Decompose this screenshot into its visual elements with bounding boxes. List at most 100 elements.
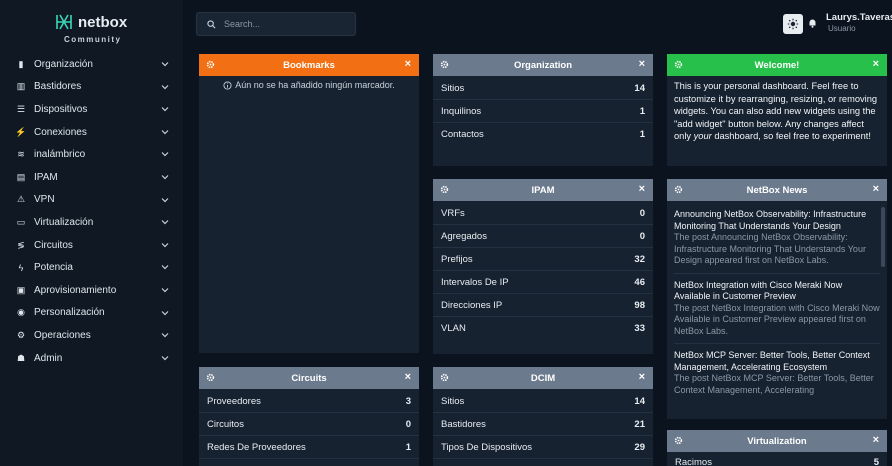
- bell-icon[interactable]: [808, 18, 817, 28]
- row-label: Contactos: [441, 129, 484, 140]
- brand-edition: Community: [64, 35, 122, 44]
- sidebar-item-potencia[interactable]: ϟ Potencia: [0, 256, 183, 279]
- power-icon: ϟ: [18, 262, 24, 273]
- widget-title: DCIM: [530, 372, 556, 384]
- row-count: 14: [634, 82, 645, 94]
- sidebar-item-virtualizacion[interactable]: ▭ Virtualización: [0, 211, 183, 234]
- widget-header[interactable]: DCIM ×: [433, 367, 653, 389]
- table-row[interactable]: Agregados 0: [433, 225, 653, 248]
- close-icon[interactable]: ×: [639, 58, 645, 70]
- table-row[interactable]: Tipos De Dispositivos 29: [433, 436, 653, 459]
- sidebar-item-aprovisionamiento[interactable]: ▣ Aprovisionamiento: [0, 279, 183, 302]
- row-label: Intervalos De IP: [441, 276, 509, 288]
- gear-icon[interactable]: [674, 436, 683, 445]
- table-row[interactable]: Intervalos De IP 46: [433, 271, 653, 294]
- table-row[interactable]: Sitios 14: [433, 77, 653, 100]
- row-label: Proveedores: [207, 395, 261, 407]
- table-row[interactable]: Prefijos 32: [433, 248, 653, 271]
- widget-header[interactable]: Organization ×: [433, 54, 653, 76]
- sidebar-item-dispositivos[interactable]: ☰ Dispositivos: [0, 98, 183, 121]
- scrollbar[interactable]: [881, 207, 885, 267]
- user-name[interactable]: Laurys.Taveras: [826, 12, 892, 23]
- gear-icon[interactable]: [674, 60, 683, 69]
- empty-message: Aún no se ha añadido ningún marcador.: [199, 76, 419, 90]
- theme-toggle-button[interactable]: [783, 14, 803, 34]
- news-title-link[interactable]: NetBox Integration with Cisco Meraki Now…: [674, 280, 880, 303]
- close-icon[interactable]: ×: [639, 371, 645, 383]
- widget-header[interactable]: Circuits ×: [199, 367, 419, 389]
- news-item: NetBox Integration with Cisco Meraki Now…: [674, 274, 880, 344]
- row-count: 0: [639, 230, 645, 242]
- table-row[interactable]: Redes De Proveedores 1: [199, 436, 419, 459]
- news-title-link[interactable]: Announcing NetBox Observability: Infrast…: [674, 209, 880, 232]
- brand-name: netbox: [78, 14, 128, 31]
- sidebar-item-label: Organización: [34, 58, 93, 70]
- table-row[interactable]: Circuitos 0: [199, 413, 419, 436]
- table-row[interactable]: Inquilinos 1: [433, 100, 653, 123]
- gear-icon[interactable]: [674, 185, 683, 194]
- user-role: Usuario: [828, 24, 856, 33]
- gear-icon[interactable]: [440, 373, 449, 382]
- netbox-logo[interactable]: netbox Community: [50, 12, 150, 46]
- close-icon[interactable]: ×: [405, 58, 411, 70]
- close-icon[interactable]: ×: [639, 183, 645, 195]
- sidebar-item-ipam[interactable]: ▤ IPAM: [0, 166, 183, 189]
- netbox-news-widget: NetBox News × Announcing NetBox Observab…: [667, 179, 887, 419]
- vpn-icon: ⚠: [16, 194, 26, 205]
- sidebar-item-label: IPAM: [34, 171, 58, 183]
- sidebar-item-operaciones[interactable]: ⚙ Operaciones: [0, 324, 183, 347]
- sidebar-item-personalizacion[interactable]: ◉ Personalización: [0, 302, 183, 325]
- news-title-link[interactable]: NetBox MCP Server: Better Tools, Better …: [674, 350, 880, 373]
- sidebar-item-organizacion[interactable]: ▮ Organización: [0, 53, 183, 76]
- chevron-down-icon: [161, 152, 169, 157]
- circuits-widget: Circuits × Proveedores 3 Circuitos 0 Redes…: [199, 367, 419, 466]
- row-label: Agregados: [441, 230, 487, 242]
- sidebar-item-label: Operaciones: [34, 329, 91, 341]
- table-row[interactable]: VLAN 33: [433, 317, 653, 340]
- widget-title: Circuits: [291, 372, 327, 384]
- close-icon[interactable]: ×: [873, 58, 879, 70]
- close-icon[interactable]: ×: [873, 434, 879, 446]
- widget-header[interactable]: IPAM ×: [433, 179, 653, 201]
- table-row[interactable]: VRFs 0: [433, 202, 653, 225]
- row-count: 33: [634, 323, 645, 334]
- table-row[interactable]: Sitios 14: [433, 390, 653, 413]
- row-count: 98: [634, 299, 645, 311]
- table-row[interactable]: Contactos 1: [433, 123, 653, 146]
- netbox-logo-icon: [56, 14, 72, 30]
- sidebar-item-vpn[interactable]: ⚠ VPN: [0, 189, 183, 212]
- widget-title: IPAM: [531, 184, 555, 196]
- news-item: Announcing NetBox Observability: Infrast…: [674, 203, 880, 274]
- close-icon[interactable]: ×: [873, 183, 879, 195]
- sidebar-item-circuitos[interactable]: ≶ Circuitos: [0, 234, 183, 257]
- widget-header[interactable]: Bookmarks ×: [199, 54, 419, 76]
- widget-header[interactable]: Welcome! ×: [667, 54, 887, 76]
- sidebar-item-inalambrico[interactable]: ≋ inalámbrico: [0, 143, 183, 166]
- row-label: Redes De Proveedores: [207, 441, 306, 453]
- row-label: Racimos: [675, 457, 712, 466]
- row-count: 5: [873, 457, 879, 466]
- file-icon: ▣: [16, 284, 26, 295]
- sidebar-item-label: VPN: [34, 194, 55, 206]
- gear-icon[interactable]: [440, 185, 449, 194]
- widget-header[interactable]: NetBox News ×: [667, 179, 887, 201]
- table-row[interactable]: Racimos 5: [667, 453, 887, 466]
- row-count: 14: [634, 395, 645, 407]
- search-input[interactable]: Search...: [196, 12, 356, 36]
- widget-header[interactable]: Virtualization ×: [667, 430, 887, 452]
- sidebar-item-admin[interactable]: ☗ Admin: [0, 347, 183, 370]
- gear-icon[interactable]: [206, 60, 215, 69]
- sidebar-item-label: Circuitos: [34, 239, 73, 251]
- gear-icon[interactable]: [206, 373, 215, 382]
- table-row[interactable]: Bastidores 21: [433, 413, 653, 436]
- news-item: NetBox MCP Server: Better Tools, Better …: [674, 344, 880, 402]
- widget-title: NetBox News: [746, 184, 808, 196]
- row-label: Bastidores: [441, 418, 486, 430]
- table-row[interactable]: Direcciones IP 98: [433, 294, 653, 317]
- sidebar-item-label: Conexiones: [34, 126, 87, 138]
- gear-icon[interactable]: [440, 60, 449, 69]
- sidebar-item-conexiones[interactable]: ⚡ Conexiones: [0, 121, 183, 144]
- sidebar-item-bastidores[interactable]: ▥ Bastidores: [0, 76, 183, 99]
- table-row[interactable]: Proveedores 3: [199, 390, 419, 413]
- close-icon[interactable]: ×: [405, 371, 411, 383]
